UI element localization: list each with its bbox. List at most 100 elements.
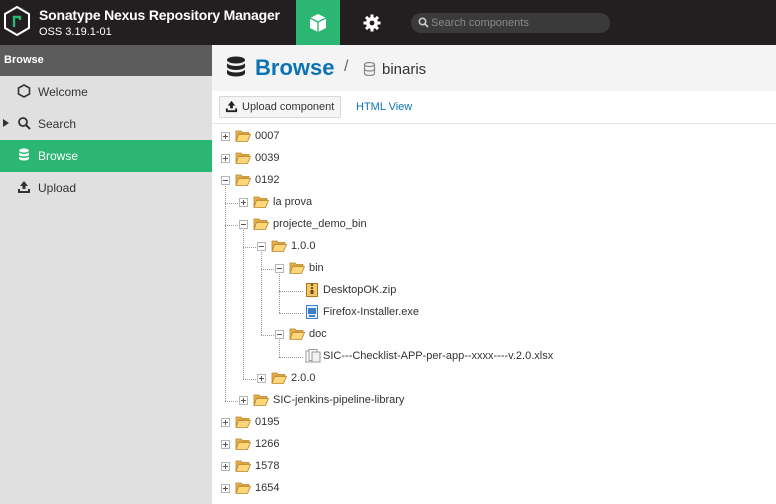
tree-folder-node[interactable]: la prova	[225, 192, 772, 214]
collapse-toggle-icon[interactable]	[275, 264, 284, 273]
tree-node-label[interactable]: Firefox-Installer.exe	[323, 306, 419, 318]
collapse-toggle-icon[interactable]	[239, 220, 248, 229]
tree-connector-line	[243, 379, 256, 380]
upload-icon	[18, 181, 30, 193]
tree-file-node[interactable]: Firefox-Installer.exe	[279, 302, 772, 324]
tree-folder-node[interactable]: 1266	[221, 434, 772, 456]
upload-component-button[interactable]: Upload component	[219, 96, 342, 118]
tree-node-label[interactable]: SIC-jenkins-pipeline-library	[273, 394, 404, 406]
sidebar-item-label: Upload	[38, 181, 77, 195]
tree-node-label[interactable]: projecte_demo_bin	[273, 218, 367, 230]
expand-toggle-icon[interactable]	[221, 418, 230, 427]
expand-toggle-icon[interactable]	[257, 374, 266, 383]
sidebar-item-browse[interactable]: Browse	[0, 140, 212, 172]
node-icon	[253, 217, 270, 234]
tree-file-node[interactable]: SIC---Checklist-APP-per-app--xxxx----v.2…	[279, 346, 772, 368]
folder-icon	[235, 130, 252, 142]
expand-toggle-icon[interactable]	[221, 462, 230, 471]
folder-open-icon	[253, 218, 270, 230]
tree-node-label[interactable]: 1.0.0	[291, 240, 315, 252]
collapse-toggle-icon[interactable]	[221, 176, 230, 185]
node-icon	[235, 481, 252, 498]
collapse-toggle-icon[interactable]	[275, 330, 284, 339]
node-icon	[305, 349, 321, 366]
node-icon	[271, 239, 288, 256]
tree-connector-line	[279, 291, 303, 292]
tree-node-label[interactable]: 2.0.0	[291, 372, 315, 384]
breadcrumb-repository[interactable]: binaris	[382, 61, 426, 78]
node-icon	[253, 195, 270, 212]
node-icon	[271, 371, 288, 388]
tree-folder-node[interactable]: 1.0.0	[243, 236, 772, 258]
tree-connector-line	[279, 313, 303, 314]
folder-open-icon	[289, 328, 306, 340]
expand-toggle-icon[interactable]	[221, 440, 230, 449]
browse-mode-button[interactable]	[296, 0, 340, 45]
sidebar-item-welcome[interactable]: Welcome	[0, 76, 212, 108]
tree-node-label[interactable]: 1654	[255, 482, 279, 494]
collapse-toggle-icon[interactable]	[257, 242, 266, 251]
html-view-link[interactable]: HTML View	[356, 101, 412, 113]
tree-node-label[interactable]: 1578	[255, 460, 279, 472]
tree-node-label[interactable]: doc	[309, 328, 327, 340]
upload-icon	[225, 100, 238, 113]
node-icon	[235, 173, 252, 190]
tree-connector-line	[243, 230, 244, 379]
tree-folder-node[interactable]: 0007	[221, 126, 772, 148]
tree-node-label[interactable]: bin	[309, 262, 324, 274]
expand-toggle-icon[interactable]	[239, 198, 248, 207]
tree-folder-node[interactable]: bin	[261, 258, 772, 280]
tree-folder-node[interactable]: 0039	[221, 148, 772, 170]
upload-component-label: Upload component	[242, 101, 335, 113]
tree-node-label[interactable]: 1266	[255, 438, 279, 450]
sidebar-heading: Browse	[0, 45, 212, 76]
sidebar-item-search[interactable]: Search	[0, 108, 212, 140]
node-icon	[235, 415, 252, 432]
sidebar-item-upload[interactable]: Upload	[0, 172, 212, 204]
database-icon	[363, 62, 376, 76]
tree-folder-node[interactable]: 0192	[221, 170, 772, 192]
cube-icon	[309, 13, 327, 32]
component-tree: 0007 0039 0192 la prova projecte_demo_bin 1.0…	[212, 123, 776, 504]
executable-file-icon	[306, 305, 318, 319]
node-icon	[289, 261, 306, 278]
tree-folder-node[interactable]: projecte_demo_bin	[225, 214, 772, 236]
tree-file-node[interactable]: DesktopOK.zip	[279, 280, 772, 302]
database-icon	[19, 148, 29, 161]
node-icon	[235, 459, 252, 476]
expand-toggle-icon[interactable]	[239, 396, 248, 405]
folder-icon	[235, 482, 252, 494]
zip-file-icon	[306, 283, 318, 297]
tree-node-label[interactable]: la prova	[273, 196, 312, 208]
database-icon	[227, 56, 245, 77]
tree-connector-line	[225, 225, 238, 226]
expand-toggle-icon[interactable]	[221, 484, 230, 493]
caret-right-icon[interactable]	[3, 119, 9, 127]
expand-toggle-icon[interactable]	[221, 132, 230, 141]
expand-toggle-icon[interactable]	[221, 154, 230, 163]
search-input[interactable]	[431, 15, 601, 31]
tree-node-label[interactable]: 0195	[255, 416, 279, 428]
sidebar-item-label: Search	[38, 117, 77, 131]
tree-folder-node[interactable]: 1654	[221, 478, 772, 500]
search-box[interactable]	[411, 13, 610, 33]
folder-icon	[235, 438, 252, 450]
search-icon	[418, 17, 429, 28]
app-title: Sonatype Nexus Repository Manager	[39, 7, 280, 23]
tree-folder-node[interactable]: 2.0.0	[243, 368, 772, 390]
administration-button[interactable]	[350, 0, 394, 45]
tree-node-label[interactable]: 0039	[255, 152, 279, 164]
hexagon-icon	[17, 84, 31, 98]
tree-node-label[interactable]: 0192	[255, 174, 279, 186]
sidebar: Browse Welcome Search Browse Upload	[0, 45, 212, 504]
sidebar-item-label: Welcome	[38, 85, 88, 99]
main-panel: Browse / binaris Upload component HTML V…	[212, 45, 776, 504]
tree-node-label[interactable]: DesktopOK.zip	[323, 284, 396, 296]
node-icon	[253, 393, 270, 410]
tree-folder-node[interactable]: SIC-jenkins-pipeline-library	[225, 390, 772, 412]
tree-folder-node[interactable]: 1578	[221, 456, 772, 478]
tree-node-label[interactable]: 0007	[255, 130, 279, 142]
tree-folder-node[interactable]: doc	[261, 324, 772, 346]
tree-folder-node[interactable]: 0195	[221, 412, 772, 434]
tree-node-label[interactable]: SIC---Checklist-APP-per-app--xxxx----v.2…	[323, 350, 553, 362]
